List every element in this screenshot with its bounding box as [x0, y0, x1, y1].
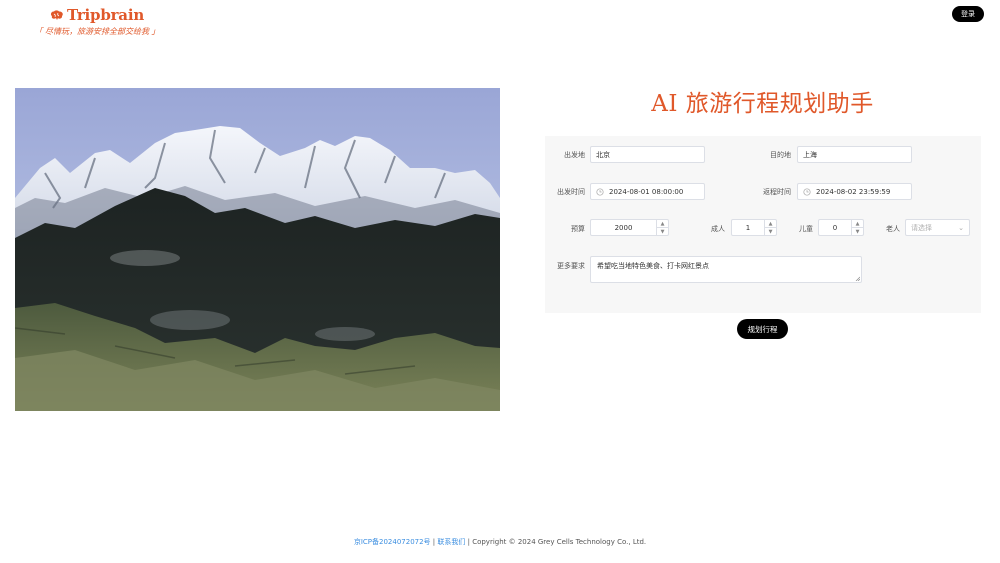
children-stepper[interactable]: 0 ▲ ▼ [818, 219, 864, 236]
requirements-label: 更多要求 [557, 262, 585, 270]
brand-row: Tripbrain [32, 6, 162, 24]
chevron-up-icon[interactable]: ▲ [657, 220, 668, 228]
destination-label: 目的地 [770, 151, 791, 159]
origin-input[interactable]: 北京 [590, 146, 705, 163]
brain-icon [50, 9, 63, 20]
chevron-up-icon[interactable]: ▲ [852, 220, 863, 228]
adults-value: 1 [745, 223, 751, 232]
children-label: 儿童 [799, 225, 813, 233]
chevron-down-icon[interactable]: ▼ [852, 228, 863, 235]
slogan: 「 尽情玩，旅游安排全部交给我 」 [34, 27, 160, 36]
chevron-down-icon: ⌄ [958, 224, 964, 232]
depart-time-label: 出发时间 [557, 188, 585, 196]
requirements-value: 希望吃当地特色美食、打卡网红景点 [597, 262, 709, 270]
elderly-select[interactable]: 请选择 ⌄ [905, 219, 970, 236]
children-stepper-controls: ▲ ▼ [851, 220, 863, 235]
adults-label: 成人 [711, 225, 725, 233]
contact-link[interactable]: 联系我们 [437, 538, 465, 546]
adults-stepper[interactable]: 1 ▲ ▼ [731, 219, 777, 236]
budget-stepper-controls: ▲ ▼ [656, 220, 668, 235]
chevron-down-icon[interactable]: ▼ [657, 228, 668, 235]
page: Tripbrain 「 尽情玩，旅游安排全部交给我 」 登录 AI 旅游行程规划… [0, 0, 1000, 563]
chevron-down-icon[interactable]: ▼ [765, 228, 776, 235]
return-time-value: 2024-08-02 23:59:59 [816, 187, 891, 196]
resize-handle-icon[interactable] [855, 276, 860, 281]
copyright: Copyright © 2024 Grey Cells Technology C… [472, 538, 647, 546]
brand-name: Tripbrain [66, 6, 145, 24]
footer: 京ICP备2024072072号 | 联系我们 | Copyright © 20… [0, 537, 1000, 547]
return-time-picker[interactable]: 2024-08-02 23:59:59 [797, 183, 912, 200]
clock-icon [596, 187, 604, 196]
login-button[interactable]: 登录 [952, 6, 984, 22]
origin-label: 出发地 [564, 151, 585, 159]
plan-trip-button[interactable]: 规划行程 [737, 319, 788, 339]
depart-time-picker[interactable]: 2024-08-01 08:00:00 [590, 183, 705, 200]
destination-input[interactable]: 上海 [797, 146, 912, 163]
mountain-illustration [15, 88, 500, 411]
budget-value: 2000 [614, 223, 633, 232]
clock-icon [803, 187, 811, 196]
return-time-label: 返程时间 [763, 188, 791, 196]
icp-link[interactable]: 京ICP备2024072072号 [354, 538, 431, 546]
depart-time-value: 2024-08-01 08:00:00 [609, 187, 684, 196]
trip-form: 出发地 北京 目的地 上海 出发时间 2024-08-01 08:00:00 返… [545, 136, 981, 313]
hero-mountain-image [15, 88, 500, 411]
chevron-up-icon[interactable]: ▲ [765, 220, 776, 228]
budget-label: 预算 [571, 225, 585, 233]
elderly-label: 老人 [886, 225, 900, 233]
brand[interactable]: Tripbrain 「 尽情玩，旅游安排全部交给我 」 [32, 6, 162, 37]
elderly-placeholder: 请选择 [911, 223, 932, 232]
requirements-textarea[interactable]: 希望吃当地特色美食、打卡网红景点 [590, 256, 862, 283]
adults-stepper-controls: ▲ ▼ [764, 220, 776, 235]
children-value: 0 [832, 223, 838, 232]
page-title: AI 旅游行程规划助手 [651, 91, 874, 117]
budget-stepper[interactable]: 2000 ▲ ▼ [590, 219, 669, 236]
